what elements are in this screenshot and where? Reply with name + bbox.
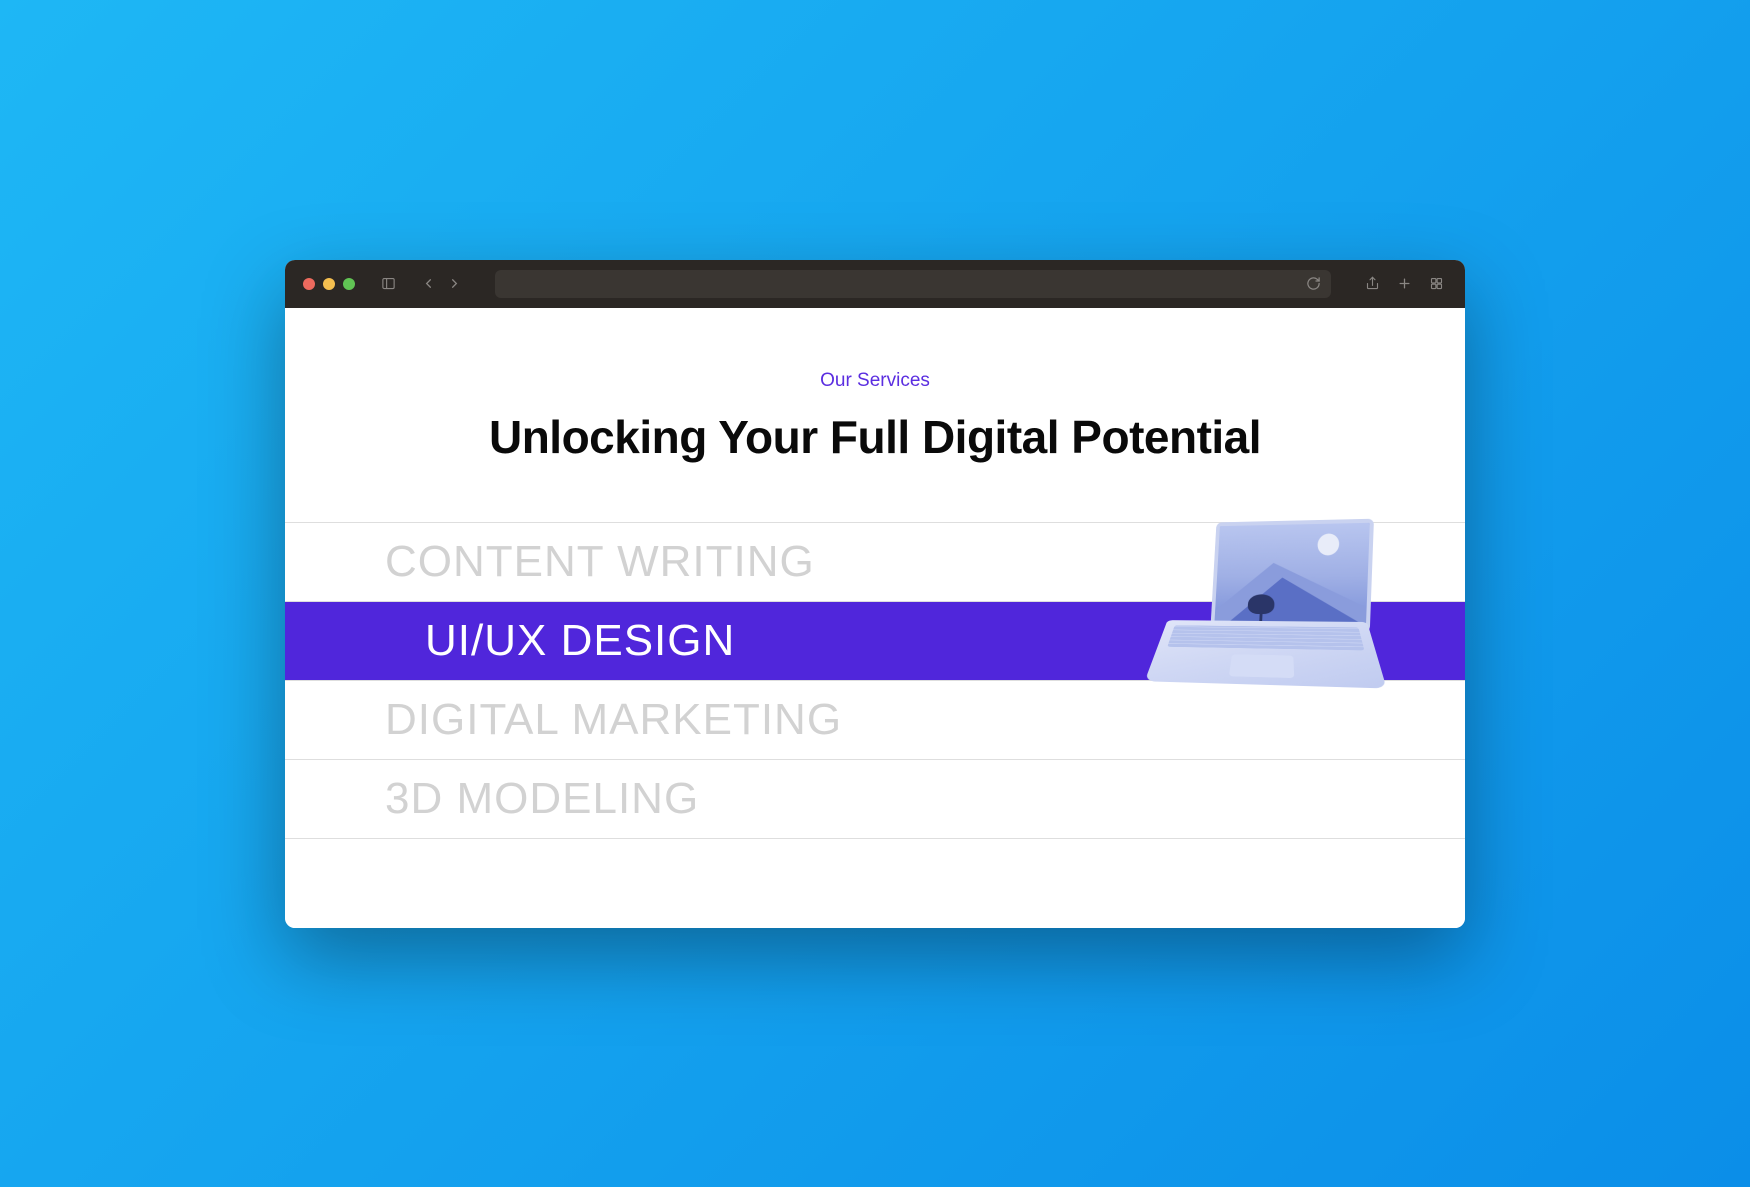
laptop-wallpaper: [1214, 522, 1370, 627]
nav-forward-button[interactable]: [443, 273, 465, 295]
page-title: Unlocking Your Full Digital Potential: [325, 410, 1425, 464]
sun-icon: [1317, 533, 1339, 555]
laptop-illustration: [1131, 509, 1408, 737]
traffic-lights: [303, 278, 355, 290]
window-maximize-button[interactable]: [343, 278, 355, 290]
window-minimize-button[interactable]: [323, 278, 335, 290]
nav-back-button[interactable]: [417, 273, 439, 295]
new-tab-button[interactable]: [1393, 273, 1415, 295]
share-button[interactable]: [1361, 273, 1383, 295]
page-content: Our Services Unlocking Your Full Digital…: [285, 308, 1465, 928]
sidebar-toggle-button[interactable]: [377, 273, 399, 295]
laptop-screen: [1210, 518, 1374, 632]
laptop-base: [1145, 620, 1387, 688]
service-label: DIGITAL MARKETING: [385, 695, 842, 744]
section-eyebrow: Our Services: [325, 370, 1425, 392]
service-label: UI/UX DESIGN: [425, 616, 735, 665]
tree-icon: [1247, 594, 1275, 622]
tab-overview-button[interactable]: [1425, 273, 1447, 295]
laptop-keyboard: [1167, 625, 1364, 650]
url-bar[interactable]: [495, 270, 1331, 298]
reload-button[interactable]: [1305, 276, 1321, 292]
service-label: CONTENT WRITING: [385, 537, 815, 586]
services-list: CONTENT WRITING UI/UX DESIGN DIGITAL MAR…: [285, 522, 1465, 839]
browser-chrome: [285, 260, 1465, 308]
laptop-trackpad: [1229, 654, 1294, 678]
service-item-3d-modeling[interactable]: 3D MODELING: [285, 760, 1465, 839]
window-close-button[interactable]: [303, 278, 315, 290]
service-label: 3D MODELING: [385, 774, 699, 823]
header-section: Our Services Unlocking Your Full Digital…: [285, 370, 1465, 522]
browser-window: Our Services Unlocking Your Full Digital…: [285, 260, 1465, 928]
